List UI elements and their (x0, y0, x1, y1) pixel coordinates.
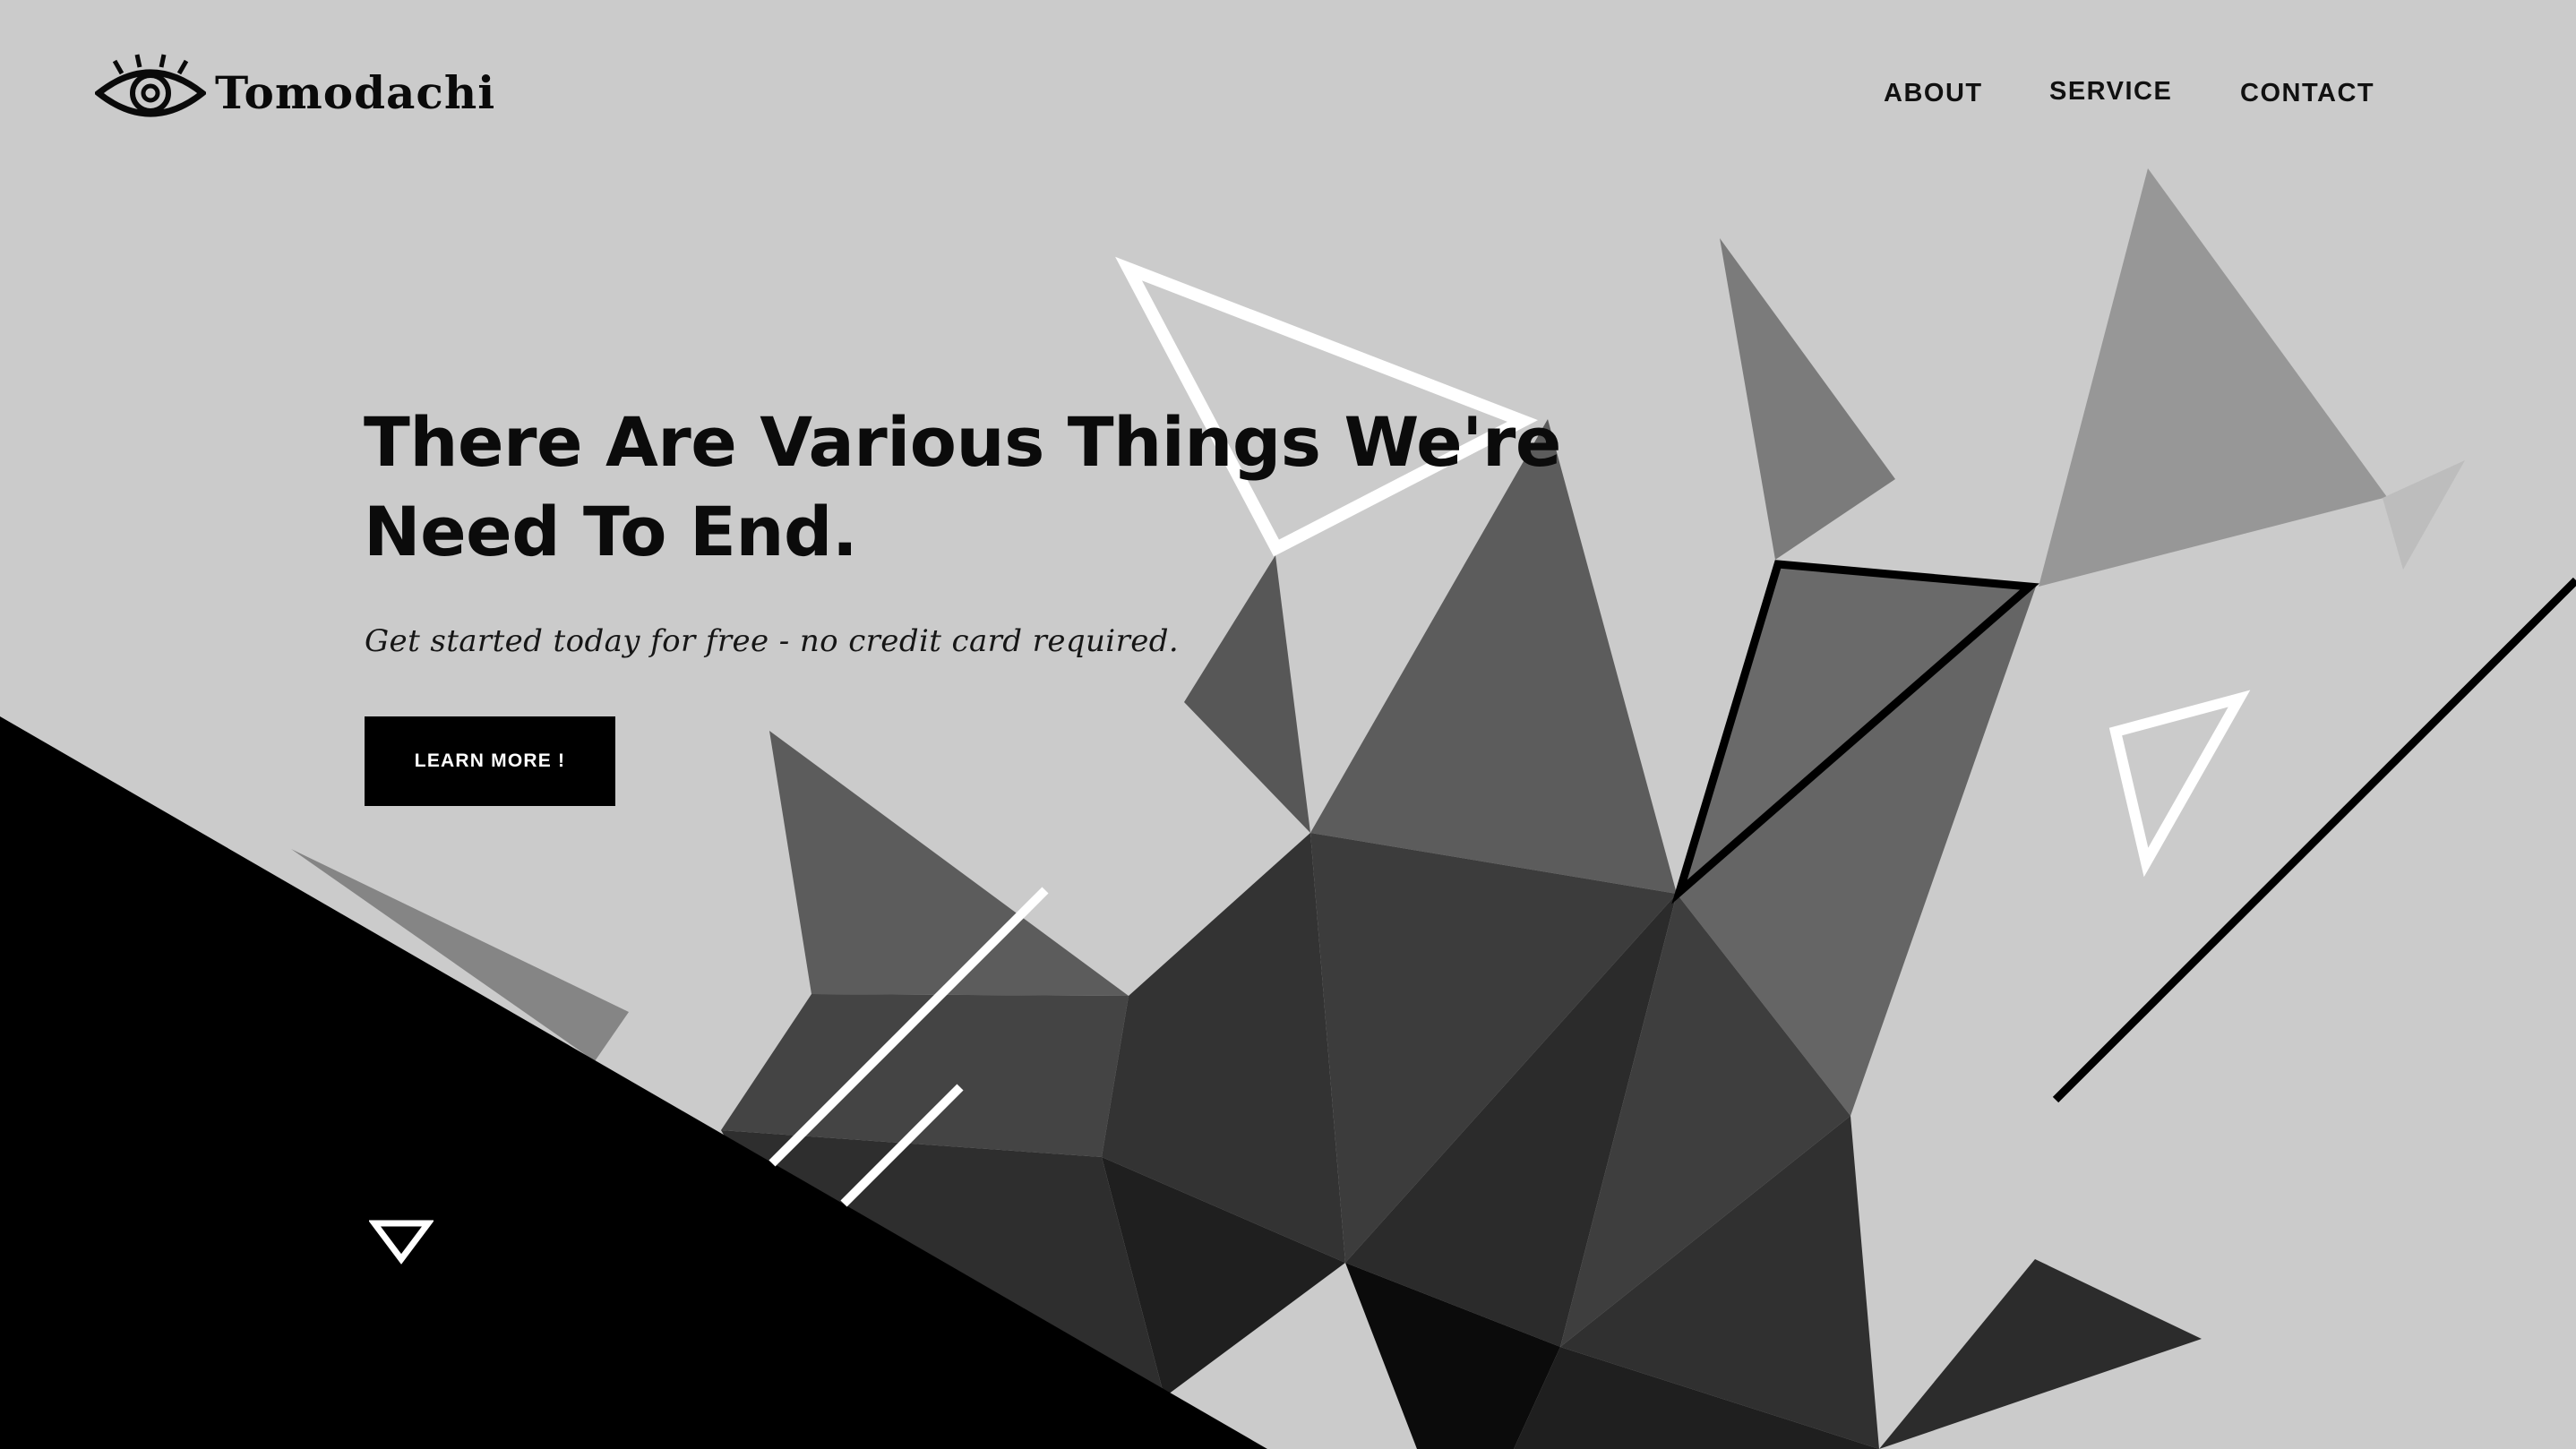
poly-shape (1184, 555, 1310, 833)
poly-shape (2039, 168, 2387, 587)
nav-link-service[interactable]: SERVICE (2049, 77, 2172, 107)
poly-shape (721, 994, 1129, 1157)
hero-headline: There Are Various Things We're Need To E… (364, 398, 1618, 577)
scroll-down-button[interactable] (369, 1218, 434, 1265)
poly-shape (1879, 1259, 2202, 1449)
main-nav: ABOUT SERVICE CONTACT (0, 77, 2576, 115)
hero-headline-line-2: Need To End. (364, 492, 858, 571)
hero-headline-line-1: There Are Various Things We're (364, 402, 1561, 482)
poly-shape (2383, 460, 2465, 570)
nav-link-contact[interactable]: CONTACT (2240, 79, 2374, 108)
black-diagonal-stroke (2052, 577, 2576, 1103)
learn-more-button[interactable]: LEARN MORE ! (365, 716, 615, 806)
triangle-down-icon (369, 1220, 434, 1265)
nav-link-about[interactable]: ABOUT (1884, 79, 1983, 108)
poly-shape (1720, 238, 1895, 560)
hero-subtitle: Get started today for free - no credit c… (365, 623, 1180, 659)
white-outline-triangle (2108, 690, 2251, 878)
poly-shape (769, 731, 1129, 996)
